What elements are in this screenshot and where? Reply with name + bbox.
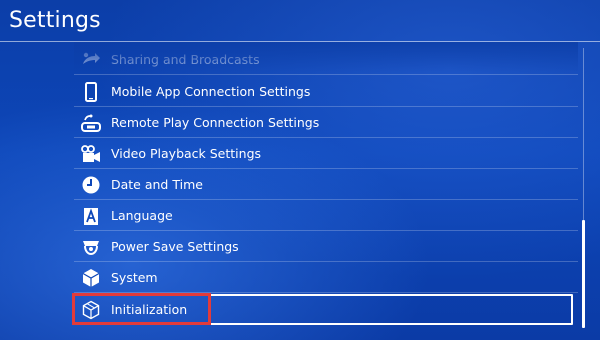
settings-item-system[interactable]: System: [74, 262, 578, 293]
header-bar: Settings: [0, 0, 600, 42]
page-title: Settings: [9, 8, 101, 33]
settings-item-label: Video Playback Settings: [111, 146, 262, 161]
settings-item-label: Mobile App Connection Settings: [111, 84, 311, 99]
row-divider: [74, 74, 578, 75]
clock-icon: [80, 174, 102, 196]
header-divider: [0, 41, 600, 42]
settings-item-label: Language: [111, 208, 173, 223]
settings-item-video-playback[interactable]: Video Playback Settings: [74, 138, 578, 169]
power-save-icon: [80, 236, 102, 258]
smartphone-icon: [80, 81, 102, 103]
settings-item-date-and-time[interactable]: Date and Time: [74, 169, 578, 200]
share-icon: [80, 49, 102, 71]
language-icon: [80, 205, 102, 227]
settings-item-label: Sharing and Broadcasts: [111, 52, 260, 67]
scrollbar-thumb[interactable]: [582, 220, 585, 328]
remote-play-icon: [80, 112, 102, 134]
settings-item-label: Remote Play Connection Settings: [111, 115, 320, 130]
annotation-highlight-box: [72, 293, 211, 325]
video-camera-icon: [80, 143, 102, 165]
settings-item-label: Date and Time: [111, 177, 203, 192]
settings-item-language[interactable]: Language: [74, 200, 578, 231]
settings-item-remote-play-connection[interactable]: Remote Play Connection Settings: [74, 107, 578, 138]
settings-item-label: System: [111, 270, 158, 285]
settings-item-sharing-and-broadcasts[interactable]: Sharing and Broadcasts: [74, 45, 578, 75]
system-cube-icon: [80, 267, 102, 289]
settings-item-label: Power Save Settings: [111, 239, 239, 254]
settings-item-mobile-app-connection[interactable]: Mobile App Connection Settings: [74, 76, 578, 107]
settings-item-power-save[interactable]: Power Save Settings: [74, 231, 578, 262]
